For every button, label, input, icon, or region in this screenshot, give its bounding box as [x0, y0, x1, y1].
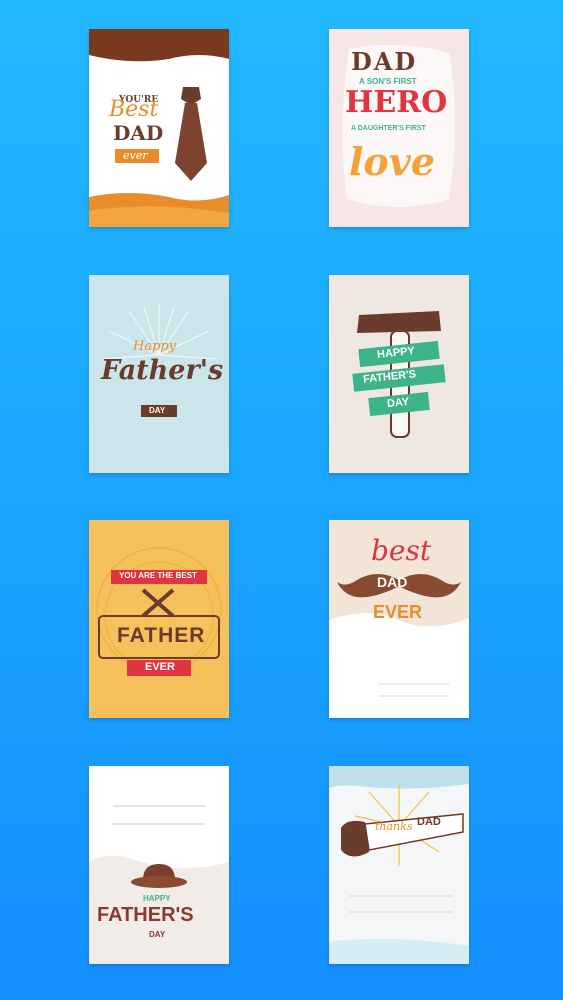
- card-happy-fathers-day-hammer[interactable]: HAPPY FATHER'S DAY: [329, 275, 469, 473]
- card-2-line5: love: [349, 139, 436, 184]
- card-7-line3: DAY: [149, 930, 166, 939]
- card-5-line3: EVER: [145, 661, 175, 673]
- card-best-father-ever-tools[interactable]: YOU ARE THE BEST FATHER EVER: [89, 520, 229, 718]
- card-best-dad-tie[interactable]: YOU'RE Best DAD ever: [89, 29, 229, 227]
- card-1-line4: ever: [123, 149, 148, 162]
- card-6-line3: EVER: [373, 602, 423, 622]
- card-5-line1: YOU ARE THE BEST: [119, 571, 197, 580]
- card-dad-hero-love[interactable]: DAD A SON'S FIRST HERO A DAUGHTER'S FIRS…: [329, 29, 469, 227]
- card-8-line1: thanks: [375, 820, 413, 833]
- card-3-line2: Father's: [101, 355, 224, 386]
- card-8-line2: DAD: [417, 816, 441, 828]
- card-1-line3: DAD: [113, 121, 164, 145]
- card-grid: YOU'RE Best DAD ever DAD A SON'S FIRST H…: [0, 0, 563, 1000]
- tools-icon: [141, 588, 175, 618]
- hat-icon: [131, 864, 187, 888]
- card-2-line3: HERO: [345, 85, 448, 120]
- card-7-line2: FATHER'S: [97, 904, 194, 926]
- saw-icon: [341, 813, 464, 857]
- card-2-line1: DAD: [351, 47, 418, 76]
- card-happy-fathers-day-rays[interactable]: Happy Father's DAY: [89, 275, 229, 473]
- card-7-line1: HAPPY: [143, 894, 171, 903]
- card-happy-fathers-day-hat[interactable]: HAPPY FATHER'S DAY: [89, 766, 229, 964]
- card-6-line1: best: [371, 534, 432, 567]
- card-thanks-dad-saw[interactable]: thanks DAD: [329, 766, 469, 964]
- card-5-line2: FATHER: [117, 624, 206, 647]
- card-6-line2: DAD: [377, 574, 408, 590]
- card-1-line2: Best: [109, 97, 159, 122]
- card-3-line1: Happy: [133, 339, 177, 354]
- card-3-line3: DAY: [149, 406, 166, 415]
- card-best-dad-ever-mustache[interactable]: best DAD EVER: [329, 520, 469, 718]
- card-4-line3: DAY: [386, 395, 410, 411]
- card-2-line4: A DAUGHTER'S FIRST: [351, 125, 426, 132]
- tie-icon: [175, 87, 207, 181]
